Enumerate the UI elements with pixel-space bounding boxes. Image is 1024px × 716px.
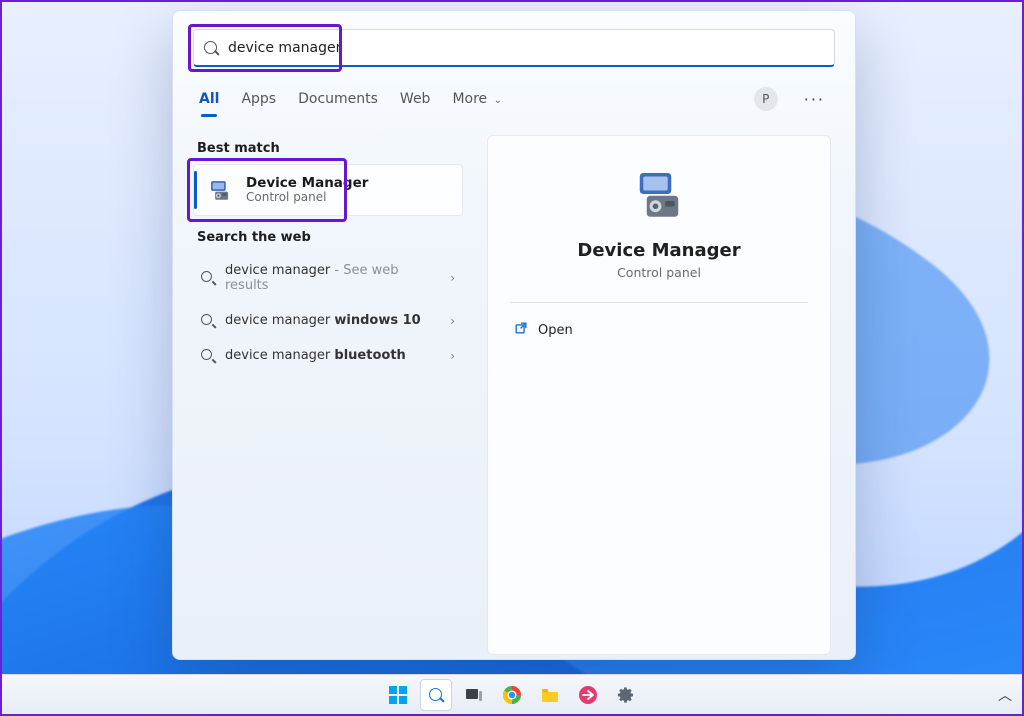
system-tray[interactable]: ︿ xyxy=(998,675,1012,714)
filter-tab-web[interactable]: Web xyxy=(400,87,431,111)
device-manager-icon xyxy=(631,166,687,226)
chevron-right-icon: › xyxy=(450,271,455,285)
app-taskbar-button[interactable] xyxy=(572,679,604,711)
web-result-bold: windows 10 xyxy=(334,313,420,328)
filter-tab-documents[interactable]: Documents xyxy=(298,87,378,111)
filter-tab-apps[interactable]: Apps xyxy=(241,87,276,111)
web-result-item[interactable]: device manager - See web results › xyxy=(193,253,463,303)
chevron-up-icon: ︿ xyxy=(998,685,1012,705)
web-result-item[interactable]: device manager windows 10 › xyxy=(193,303,463,338)
filter-tab-more-label: More xyxy=(452,91,487,107)
best-match-title: Device Manager xyxy=(246,176,368,191)
file-explorer-taskbar-button[interactable] xyxy=(534,679,566,711)
preview-subtitle: Control panel xyxy=(617,265,701,280)
search-flyout: All Apps Documents Web More ⌄ P ··· Best… xyxy=(172,10,856,660)
search-icon xyxy=(201,271,215,285)
search-icon xyxy=(201,349,215,363)
filter-tab-all[interactable]: All xyxy=(199,87,219,111)
divider xyxy=(510,302,808,303)
best-match-heading: Best match xyxy=(197,141,459,156)
chevron-right-icon: › xyxy=(450,314,455,328)
web-result-query: device manager xyxy=(225,263,330,278)
chevron-down-icon: ⌄ xyxy=(494,95,502,106)
best-match-result[interactable]: Device Manager Control panel xyxy=(193,164,463,216)
search-icon xyxy=(429,688,443,702)
search-taskbar-button[interactable] xyxy=(420,679,452,711)
search-input[interactable] xyxy=(226,39,824,57)
open-external-icon xyxy=(514,321,528,339)
chrome-taskbar-button[interactable] xyxy=(496,679,528,711)
more-options-button[interactable]: ··· xyxy=(800,88,829,111)
results-column: Best match Device Manager Control panel xyxy=(173,117,473,659)
account-avatar[interactable]: P xyxy=(754,87,778,111)
search-box[interactable] xyxy=(193,29,835,67)
taskbar: ︿ xyxy=(2,674,1022,714)
search-icon xyxy=(201,314,215,328)
web-result-bold: bluetooth xyxy=(334,348,405,363)
start-button[interactable] xyxy=(382,679,414,711)
web-result-query: device manager xyxy=(225,348,334,363)
device-manager-icon xyxy=(206,176,234,204)
search-filter-tabs: All Apps Documents Web More ⌄ P ··· xyxy=(173,71,855,117)
result-preview-pane: Device Manager Control panel Open xyxy=(487,135,831,655)
web-result-query: device manager xyxy=(225,313,334,328)
open-label: Open xyxy=(538,323,573,338)
open-action[interactable]: Open xyxy=(510,313,808,347)
preview-title: Device Manager xyxy=(577,240,740,261)
search-icon xyxy=(204,41,218,55)
settings-taskbar-button[interactable] xyxy=(610,679,642,711)
filter-tab-more[interactable]: More ⌄ xyxy=(452,87,502,111)
chevron-right-icon: › xyxy=(450,349,455,363)
web-result-item[interactable]: device manager bluetooth › xyxy=(193,338,463,373)
task-view-button[interactable] xyxy=(458,679,490,711)
best-match-subtitle: Control panel xyxy=(246,190,368,204)
search-web-heading: Search the web xyxy=(197,230,459,245)
